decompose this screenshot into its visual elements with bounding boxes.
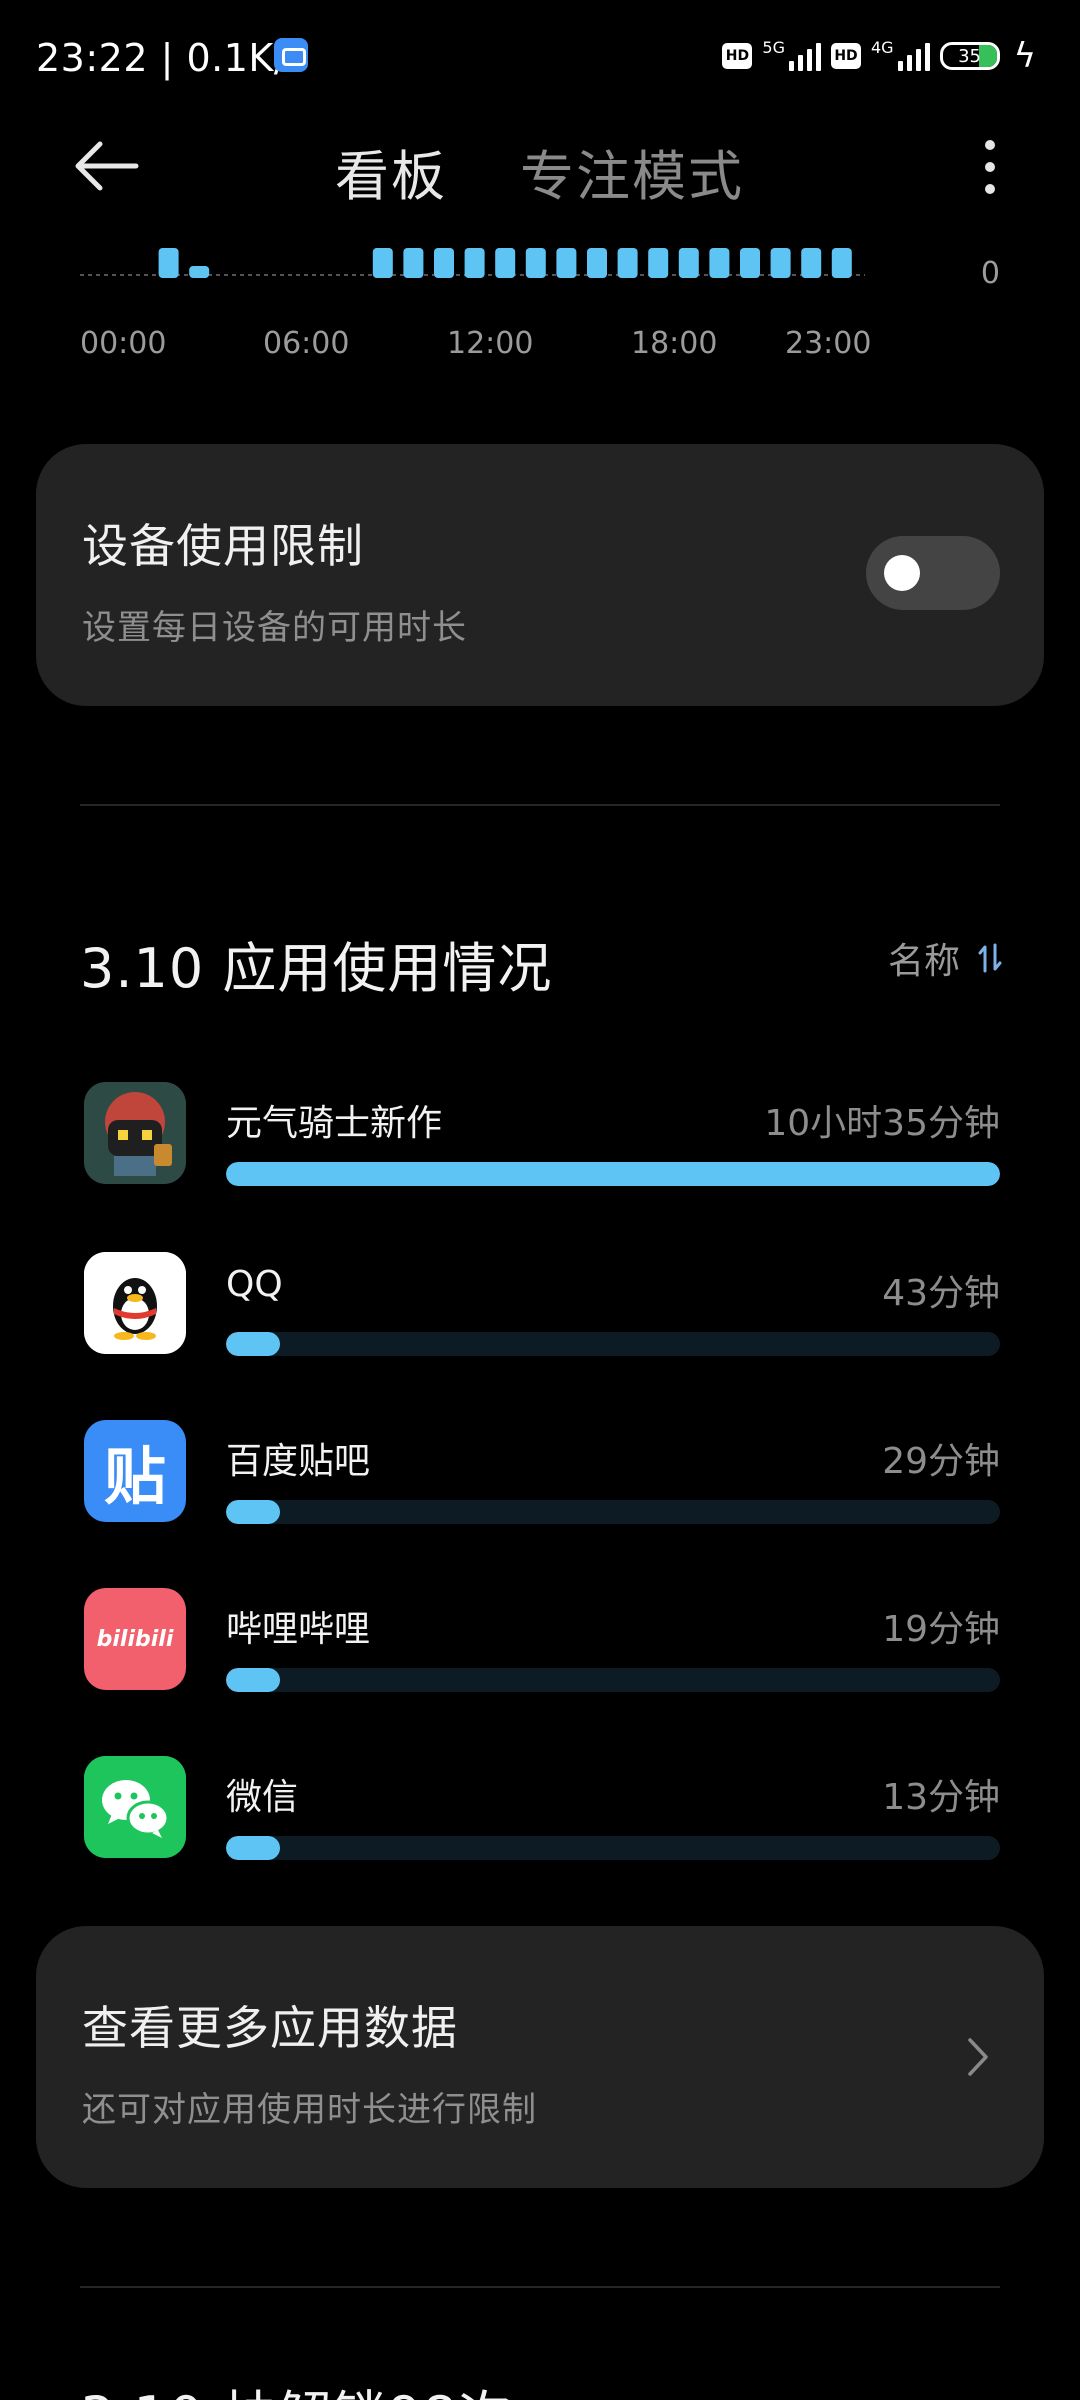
app-usage-time: 13分钟 — [882, 1777, 1000, 1818]
usage-bar-track — [226, 1162, 1000, 1186]
hour-bar-16 — [617, 248, 638, 278]
more-options-icon[interactable] — [970, 140, 1010, 194]
app-name: 微信 — [226, 1777, 299, 1818]
toggle-knob — [884, 555, 920, 591]
status-indicators: HD 5G HD 4G 35 ϟ — [722, 34, 1036, 78]
usage-bar-track — [226, 1836, 1000, 1860]
y-tick-zero: 0 — [980, 256, 1000, 291]
sort-icon — [978, 943, 1002, 973]
signal-strength-icon — [788, 41, 821, 71]
hour-bar-11 — [464, 248, 485, 278]
usage-bar-track — [226, 1332, 1000, 1356]
hour-bar-01 — [158, 248, 179, 278]
app-name: 百度贴吧 — [226, 1441, 371, 1482]
usage-bar-track — [226, 1500, 1000, 1524]
app-row-wechat[interactable]: 微信 13分钟 — [80, 1756, 1000, 1866]
usage-bar-fill — [226, 1332, 281, 1356]
wechat-icon — [84, 1756, 186, 1858]
status-bar: 23:22 | 0.1K/s HD 5G HD 4G 35 ϟ — [0, 0, 1080, 120]
soul-knight-icon — [84, 1082, 186, 1184]
hour-bar-09 — [403, 248, 424, 278]
app-name: QQ — [226, 1264, 283, 1305]
device-limit-toggle[interactable] — [866, 536, 1000, 610]
status-time: 23:22 | 0.1K/s — [36, 36, 308, 80]
hd-volte-icon: HD — [722, 43, 753, 69]
more-data-title: 查看更多应用数据 — [82, 2001, 458, 2055]
notification-app-icon — [274, 38, 308, 72]
divider — [80, 804, 1000, 806]
x-tick-3: 18:00 — [631, 326, 718, 361]
chevron-right-icon — [968, 2038, 988, 2076]
app-row-soul-knight[interactable]: 元气骑士新作 10小时35分钟 — [80, 1082, 1000, 1192]
battery-level: 35 — [958, 45, 982, 67]
app-row-qq[interactable]: QQ 43分钟 — [80, 1252, 1000, 1362]
hour-bar-02 — [189, 266, 210, 278]
device-limit-subtitle: 设置每日设备的可用时长 — [82, 608, 467, 648]
device-limit-title: 设备使用限制 — [82, 519, 364, 573]
back-arrow-icon[interactable] — [70, 138, 140, 194]
unlock-count-heading: 3.10 扶解锁98次 — [80, 2372, 513, 2400]
hour-bar-08 — [372, 248, 393, 278]
app-usage-time: 43分钟 — [882, 1273, 1000, 1314]
hd-volte-icon-2: HD — [830, 43, 861, 69]
hour-bar-10 — [434, 248, 454, 278]
usage-bar-fill — [226, 1668, 281, 1692]
hour-bar-17 — [648, 248, 669, 278]
more-app-data-card[interactable]: 查看更多应用数据 还可对应用使用时长进行限制 — [36, 1926, 1044, 2188]
tieba-icon: 贴 — [84, 1420, 186, 1522]
tab-dashboard[interactable]: 看板 — [335, 132, 447, 211]
divider-2 — [80, 2286, 1000, 2288]
x-tick-2: 12:00 — [447, 326, 534, 361]
hourly-usage-chart: 00:00 06:00 12:00 18:00 23:00 0 — [0, 226, 1080, 376]
sort-by-name-button[interactable]: 名称 — [888, 936, 1002, 982]
usage-bar-fill — [226, 1500, 281, 1524]
app-usage-time: 29分钟 — [882, 1441, 1000, 1482]
signal-strength-icon-2 — [897, 41, 930, 71]
app-name: 元气骑士新作 — [226, 1103, 443, 1144]
hourly-usage-bars — [80, 248, 865, 278]
hour-bar-18 — [678, 248, 699, 278]
bilibili-icon: bilibili — [84, 1588, 186, 1690]
hour-bar-12 — [495, 248, 516, 278]
x-tick-4: 23:00 — [785, 326, 872, 361]
hour-bar-21 — [770, 248, 791, 278]
sort-label: 名称 — [887, 941, 960, 982]
hour-bar-14 — [556, 248, 577, 278]
app-usage-time: 19分钟 — [882, 1609, 1000, 1650]
app-name: 哔哩哔哩 — [226, 1609, 371, 1650]
hour-bar-15 — [587, 248, 607, 278]
app-row-bilibili[interactable]: bilibili 哔哩哔哩 19分钟 — [80, 1588, 1000, 1698]
x-tick-0: 00:00 — [80, 326, 167, 361]
app-row-tieba[interactable]: 贴 百度贴吧 29分钟 — [80, 1420, 1000, 1530]
app-usage-title: 3.10 应用使用情况 — [80, 937, 553, 1000]
network-type-1: 5G — [762, 37, 785, 57]
qq-penguin-icon — [84, 1252, 186, 1354]
battery-icon: 35 — [939, 42, 1000, 70]
hour-bar-20 — [740, 248, 760, 278]
hour-bar-23 — [831, 248, 852, 278]
tab-focus-mode[interactable]: 专注模式 — [520, 132, 744, 211]
charging-bolt-icon: ϟ — [1013, 36, 1036, 76]
tieba-icon-glyph: 贴 — [103, 1440, 166, 1513]
bilibili-icon-glyph: bilibili — [96, 1626, 174, 1652]
network-type-2: 4G — [870, 37, 894, 57]
app-usage-time: 10小时35分钟 — [764, 1103, 1000, 1144]
usage-bar-fill — [226, 1836, 281, 1860]
usage-bar-fill — [226, 1162, 1000, 1186]
top-app-bar: 看板 专注模式 — [0, 120, 1080, 210]
hour-bar-22 — [801, 248, 822, 278]
x-tick-1: 06:00 — [263, 326, 350, 361]
usage-bar-track — [226, 1668, 1000, 1692]
more-data-subtitle: 还可对应用使用时长进行限制 — [82, 2090, 537, 2130]
hour-bar-19 — [709, 248, 730, 278]
hour-bar-13 — [525, 248, 546, 278]
device-limit-card: 设备使用限制 设置每日设备的可用时长 — [36, 444, 1044, 706]
